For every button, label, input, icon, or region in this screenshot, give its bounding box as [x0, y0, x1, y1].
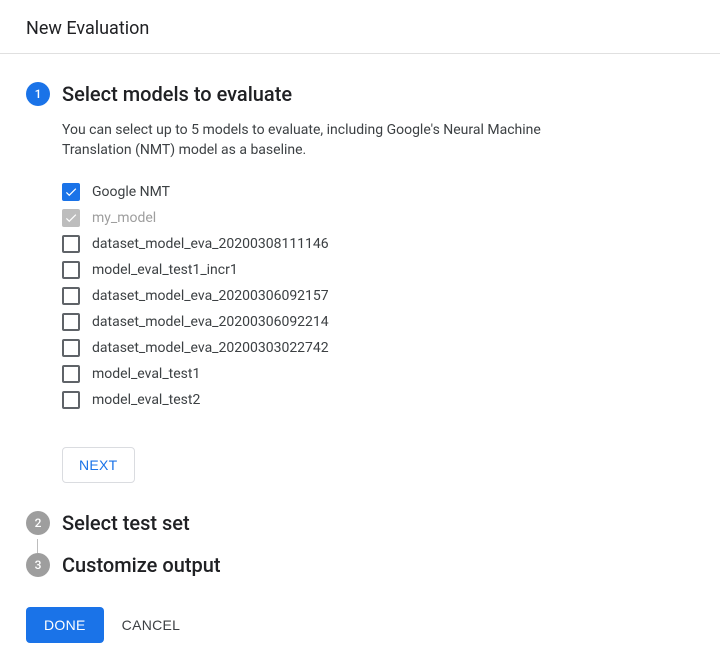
step-number-1: 1: [26, 82, 50, 106]
step-number-2: 2: [26, 511, 50, 535]
step-indicator-col: 1: [26, 82, 50, 114]
model-checkbox[interactable]: [62, 391, 80, 409]
step-1-title: Select models to evaluate: [62, 82, 694, 106]
model-row: dataset_model_eva_20200308111146: [62, 231, 694, 257]
model-label: model_eval_test1: [80, 366, 200, 382]
step-indicator-col: 2: [26, 511, 50, 535]
model-row: model_eval_test1_incr1: [62, 257, 694, 283]
model-row: dataset_model_eva_20200303022742: [62, 335, 694, 361]
model-label: dataset_model_eva_20200306092157: [80, 288, 329, 304]
model-checkbox[interactable]: [62, 261, 80, 279]
model-row: dataset_model_eva_20200306092214: [62, 309, 694, 335]
model-row: my_model: [62, 205, 694, 231]
step-number-3: 3: [26, 553, 50, 577]
model-row: Google NMT: [62, 179, 694, 205]
step-1-description: You can select up to 5 models to evaluat…: [62, 120, 542, 161]
model-label: Google NMT: [80, 184, 170, 200]
model-checkbox[interactable]: [62, 183, 80, 201]
model-label: model_eval_test1_incr1: [80, 262, 238, 278]
step-3: 3 Customize output: [26, 553, 694, 581]
footer-actions: DONE CANCEL: [26, 607, 694, 643]
model-label: dataset_model_eva_20200303022742: [80, 340, 329, 356]
model-checkbox[interactable]: [62, 365, 80, 383]
model-row: dataset_model_eva_20200306092157: [62, 283, 694, 309]
model-label: my_model: [80, 210, 156, 226]
model-checkbox[interactable]: [62, 209, 80, 227]
page-title: New Evaluation: [0, 0, 720, 54]
step-2: 2 Select test set: [26, 511, 694, 539]
done-button[interactable]: DONE: [26, 607, 104, 643]
step-connector-line: [37, 539, 38, 553]
stepper-content: 1 Select models to evaluate You can sele…: [0, 54, 720, 663]
model-label: dataset_model_eva_20200306092214: [80, 314, 329, 330]
next-button[interactable]: NEXT: [62, 447, 135, 483]
step-3-title[interactable]: Customize output: [62, 553, 694, 577]
model-row: model_eval_test2: [62, 387, 694, 413]
model-checkbox[interactable]: [62, 339, 80, 357]
model-row: model_eval_test1: [62, 361, 694, 387]
model-checkbox[interactable]: [62, 313, 80, 331]
model-checkbox[interactable]: [62, 287, 80, 305]
model-label: dataset_model_eva_20200308111146: [80, 236, 329, 252]
model-label: model_eval_test2: [80, 392, 200, 408]
model-checkbox-list: Google NMT my_model dataset_model_eva_2020…: [62, 179, 694, 413]
step-1: 1 Select models to evaluate You can sele…: [26, 82, 694, 511]
cancel-button[interactable]: CANCEL: [122, 617, 181, 633]
step-2-title[interactable]: Select test set: [62, 511, 694, 535]
model-checkbox[interactable]: [62, 235, 80, 253]
step-indicator-col: 3: [26, 553, 50, 577]
